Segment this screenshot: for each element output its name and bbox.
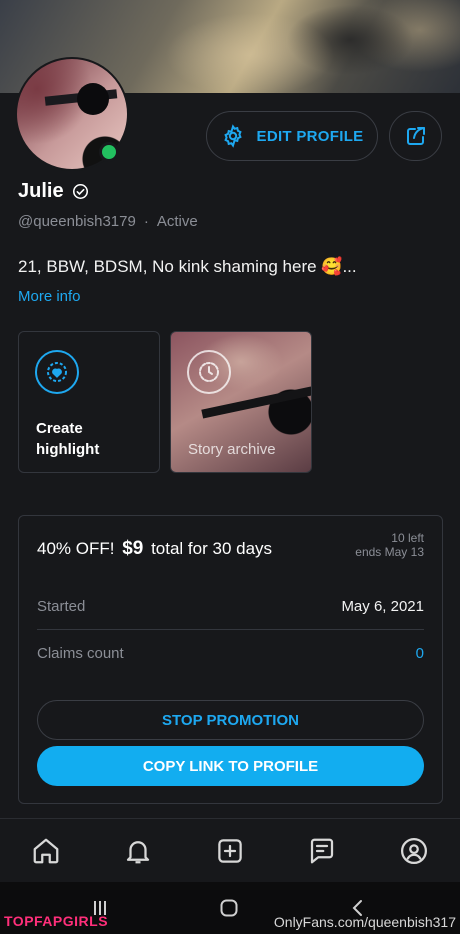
bell-icon[interactable] (118, 831, 158, 871)
profile-handle: @queenbish3179 (18, 213, 136, 230)
verified-icon (72, 183, 88, 200)
copy-link-button[interactable]: COPY LINK TO PROFILE (37, 746, 424, 786)
promotion-duration: total for 30 days (151, 539, 273, 558)
edit-profile-label: EDIT PROFILE (256, 127, 364, 145)
promotion-discount: 40% OFF! (37, 539, 115, 558)
started-value: May 6, 2021 (341, 597, 424, 615)
avatar-photo-detail (77, 83, 109, 115)
promotion-meta: 10 left ends May 13 (355, 531, 424, 559)
create-highlight-label-line1: Create (36, 420, 83, 437)
claims-label: Claims count (37, 644, 124, 662)
watermark-right: OnlyFans.com/queenbish317 (273, 914, 456, 930)
archive-clock-icon (187, 350, 231, 394)
promotion-left: 10 left (391, 531, 424, 545)
promotion-started-row: Started May 6, 2021 (37, 583, 424, 630)
promotion-claims-row: Claims count 0 (37, 630, 424, 676)
profile-status: Active (156, 213, 198, 230)
started-label: Started (37, 597, 86, 615)
share-icon (406, 127, 425, 145)
story-archive-card[interactable]: Story archive (170, 331, 312, 473)
profile-icon[interactable] (394, 831, 434, 871)
profile-handle-row: @queenbish3179 · Active (18, 213, 198, 230)
create-highlight-label-line2: highlight (36, 441, 100, 458)
home-icon[interactable] (26, 831, 66, 871)
claims-value[interactable]: 0 (416, 645, 424, 662)
profile-name: Julie (18, 180, 64, 202)
more-info-link[interactable]: More info (18, 288, 81, 305)
messages-icon[interactable] (302, 831, 342, 871)
highlight-heart-icon (35, 350, 79, 394)
promotion-price: $9 (122, 538, 144, 559)
promotion-ends: ends May 13 (355, 545, 424, 559)
story-archive-label: Story archive (188, 441, 276, 458)
create-highlight-label: Create highlight (36, 418, 99, 460)
online-status-dot (99, 142, 119, 162)
home-nav-icon[interactable] (219, 898, 239, 923)
promotion-card: 40% OFF! $9 total for 30 days 10 left en… (18, 515, 443, 804)
bottom-tab-bar (0, 818, 460, 883)
edit-profile-button[interactable]: EDIT PROFILE (206, 111, 378, 161)
add-post-icon[interactable] (210, 831, 250, 871)
profile-bio: 21, BBW, BDSM, No kink shaming here 🥰... (18, 257, 357, 276)
profile-name-row: Julie (18, 180, 89, 203)
separator-dot: · (143, 213, 149, 230)
share-button[interactable] (389, 111, 442, 161)
stop-promotion-button[interactable]: STOP PROMOTION (37, 700, 424, 740)
create-highlight-card[interactable]: Create highlight (18, 331, 160, 473)
promotion-title: 40% OFF! $9 total for 30 days (37, 538, 272, 560)
watermark-left: TOPFAPGIRLS (4, 913, 109, 929)
gear-icon (223, 124, 242, 148)
